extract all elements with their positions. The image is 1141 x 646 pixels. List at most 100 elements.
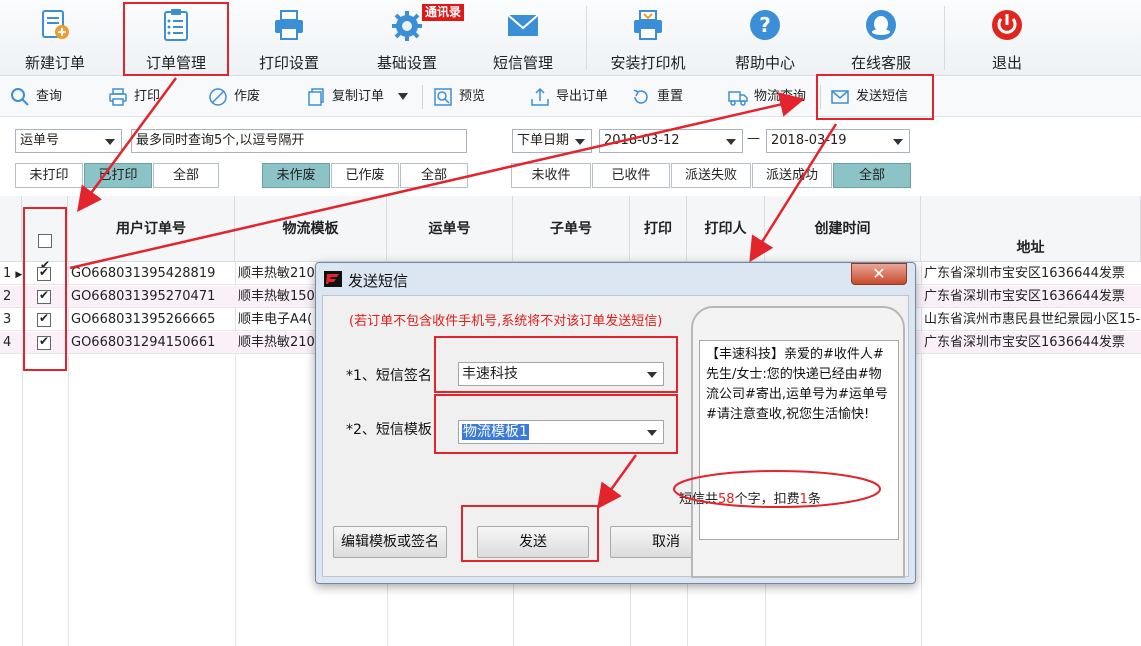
order-number-cell: GO668031294150661 <box>71 335 216 350</box>
date-type-value: 下单日期 <box>517 133 570 148</box>
toolbar-label: 导出订单 <box>556 89 609 104</box>
filter-not-void[interactable]: 未作废 <box>262 163 330 188</box>
ribbon-label: 退出 <box>991 54 1022 72</box>
toolbar-divider <box>422 85 423 109</box>
address-cell: 山东省滨州市惠民县世纪景园小区15- <box>924 312 1141 327</box>
online-support-button[interactable]: 在线客服 <box>840 0 922 76</box>
preview-icon <box>434 88 452 106</box>
highlight-order-management <box>123 2 229 76</box>
filter-printed[interactable]: 已打印 <box>84 163 152 188</box>
toolbar-label: 复制订单 <box>332 89 385 104</box>
count-suffix: 条 <box>807 492 821 507</box>
toolbar-label: 作废 <box>234 89 261 104</box>
highlight-signature <box>434 336 678 393</box>
dialog-titlebar[interactable]: 发送短信 ✕ <box>316 263 915 293</box>
copy-icon <box>308 88 324 106</box>
ribbon-label: 在线客服 <box>850 54 911 72</box>
template-cell: 顺丰热敏210 <box>238 266 315 281</box>
filter-print-all[interactable]: 全部 <box>153 163 219 188</box>
count-msgs: 1 <box>799 492 808 507</box>
filter-not-received[interactable]: 未收件 <box>511 163 591 188</box>
gear-icon <box>392 11 422 41</box>
highlight-send-sms <box>816 74 934 120</box>
edit-template-button[interactable]: 编辑模板或签名 <box>333 526 447 558</box>
current-row-icon: ▶ <box>15 270 22 280</box>
chevron-down-icon <box>105 139 115 145</box>
column-header[interactable]: 地址 <box>921 196 1141 262</box>
close-icon: ✕ <box>872 264 886 283</box>
toolbar-label: 打印 <box>134 89 161 104</box>
order-number-cell: GO668031395266665 <box>71 312 216 327</box>
filter-delivered[interactable]: 派送成功 <box>752 163 832 188</box>
search-icon <box>11 88 29 106</box>
new-order-icon <box>42 10 69 39</box>
new-order-button[interactable]: 新建订单 <box>14 0 96 76</box>
column-header[interactable]: 物流模板 <box>235 196 387 262</box>
search-input[interactable]: 最多同时查询5个,以逗号隔开 <box>131 129 467 153</box>
date-separator: — <box>747 131 760 146</box>
app-logo-icon <box>324 271 342 287</box>
toolbar-label: 重置 <box>657 89 684 104</box>
column-header[interactable]: 打印人 <box>687 196 765 262</box>
count-prefix: 短信共 <box>679 492 719 507</box>
filter-received[interactable]: 已收件 <box>592 163 670 188</box>
row-number: 3 <box>3 312 12 327</box>
dialog-title: 发送短信 <box>348 272 409 290</box>
reset-icon <box>633 89 648 104</box>
highlight-checkboxes <box>23 207 67 371</box>
toolbar-label: 预览 <box>459 89 486 104</box>
ribbon-label: 打印设置 <box>258 54 319 72</box>
column-header[interactable]: 运单号 <box>387 196 513 262</box>
printer-icon <box>275 10 303 40</box>
help-icon: ? <box>750 10 780 40</box>
chevron-down-icon <box>398 93 408 100</box>
column-header[interactable]: 子单号 <box>513 196 630 262</box>
search-type-select[interactable]: 运单号 <box>15 129 122 153</box>
copy-order-dropdown[interactable] <box>398 77 412 117</box>
close-button[interactable]: ✕ <box>851 263 907 285</box>
truck-icon <box>728 91 748 106</box>
date-from-value: 2018-03-12 <box>604 133 680 148</box>
envelope-icon <box>507 14 539 36</box>
filter-voided[interactable]: 已作废 <box>331 163 399 188</box>
chevron-down-icon <box>575 139 585 145</box>
void-icon <box>209 88 227 106</box>
column-header[interactable]: 打印 <box>630 196 687 262</box>
svg-text:?: ? <box>759 13 771 37</box>
row-number: 2 <box>3 289 12 304</box>
signature-label: *1、短信签名 <box>346 368 432 384</box>
order-number-cell: GO668031395428819 <box>71 266 216 281</box>
chevron-down-icon <box>726 139 736 145</box>
printer-icon <box>109 88 127 106</box>
column-header[interactable]: 用户订单号 <box>68 196 235 262</box>
date-from-picker[interactable]: 2018-03-12 <box>599 129 743 153</box>
count-chars: 58 <box>718 492 735 507</box>
sms-preview-phone: 【丰速科技】亲爱的#收件人#先生/女士:您的快递已经由#物流公司#寄出,运单号为… <box>679 306 905 578</box>
row-number-text: 1 <box>3 266 12 281</box>
date-type-select[interactable]: 下单日期 <box>512 129 592 153</box>
export-icon <box>531 87 549 106</box>
exit-button[interactable]: 退出 <box>966 0 1048 76</box>
install-printer-icon <box>634 10 662 40</box>
count-mid: 个字，扣费 <box>734 492 800 507</box>
template-cell: 顺丰电子A4( <box>238 312 313 327</box>
filter-unprinted[interactable]: 未打印 <box>15 163 83 188</box>
power-icon <box>992 10 1022 40</box>
date-to-picker[interactable]: 2018-03-19 <box>766 129 910 153</box>
filter-delivery-all[interactable]: 全部 <box>833 163 911 188</box>
print-settings-button[interactable]: 打印设置 <box>248 0 330 76</box>
toolbar-label: 查询 <box>36 89 63 104</box>
contacts-badge[interactable]: 通讯录 <box>422 4 465 21</box>
column-header[interactable]: 创建时间 <box>765 196 921 262</box>
help-center-button[interactable]: ? 帮助中心 <box>724 0 806 76</box>
address-cell: 广东省深圳市宝安区1636644发票 <box>924 335 1125 350</box>
row-number: 4 <box>3 335 12 350</box>
install-printer-button[interactable]: 安装打印机 <box>600 0 696 76</box>
filter-delivery-failed[interactable]: 派送失败 <box>671 163 751 188</box>
ribbon-label: 短信管理 <box>492 54 553 72</box>
sms-management-button[interactable]: 短信管理 <box>482 0 564 76</box>
ribbon-label: 新建订单 <box>24 54 85 72</box>
action-toolbar: 查询 打印 作废 复制订单 预览 导出订单 重置 物流查询 发送短信 <box>0 77 1141 117</box>
filter-void-all[interactable]: 全部 <box>400 163 468 188</box>
address-cell: 广东省深圳市宝安区1636644发票 <box>924 289 1125 304</box>
